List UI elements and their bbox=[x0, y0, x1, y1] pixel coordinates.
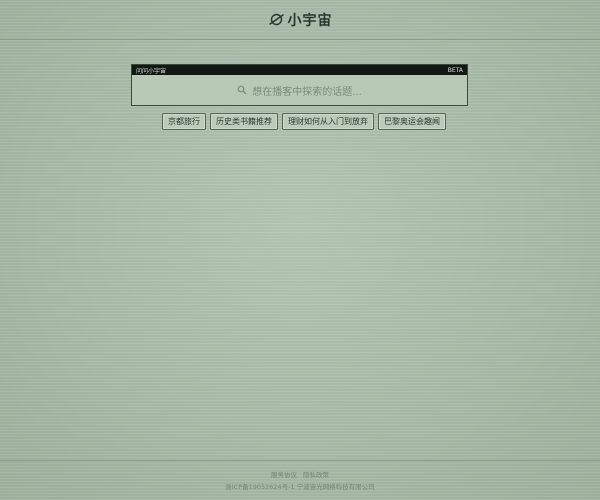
footer-links: 服务协议 隐私政策 bbox=[0, 469, 600, 481]
brand-logo[interactable]: 小宇宙 bbox=[268, 10, 333, 30]
privacy-link[interactable]: 隐私政策 bbox=[303, 471, 329, 479]
brand-title: 小宇宙 bbox=[287, 12, 333, 29]
footer: 服务协议 隐私政策 浙ICP备19052624号-1 宁波宙光网络科技有限公司 bbox=[0, 460, 600, 500]
suggestion-chip[interactable]: 历史类书籍推荐 bbox=[210, 113, 278, 130]
suggestion-chips: 京都旅行 历史类书籍推荐 理财如何从入门到放弃 巴黎奥运会趣闻 bbox=[162, 113, 446, 130]
suggestion-chip[interactable]: 京都旅行 bbox=[162, 113, 206, 130]
suggestion-chip[interactable]: 理财如何从入门到放弃 bbox=[282, 113, 374, 130]
search-card: 问问小宇宙 BETA 想在播客中探索的话题... bbox=[131, 64, 468, 106]
search-card-label: 问问小宇宙 bbox=[136, 67, 167, 75]
planet-icon bbox=[268, 11, 285, 28]
beta-badge: BETA bbox=[447, 66, 463, 74]
search-card-bar: 问问小宇宙 BETA bbox=[132, 65, 467, 75]
icp-record[interactable]: 浙ICP备19052624号-1 宁波宙光网络科技有限公司 bbox=[0, 481, 600, 493]
header: 小宇宙 bbox=[0, 0, 600, 40]
search-input[interactable]: 想在播客中探索的话题... bbox=[132, 75, 467, 105]
search-icon bbox=[237, 85, 247, 95]
suggestion-chip[interactable]: 巴黎奥运会趣闻 bbox=[378, 113, 446, 130]
search-placeholder: 想在播客中探索的话题... bbox=[252, 86, 362, 98]
terms-link[interactable]: 服务协议 bbox=[271, 471, 297, 479]
